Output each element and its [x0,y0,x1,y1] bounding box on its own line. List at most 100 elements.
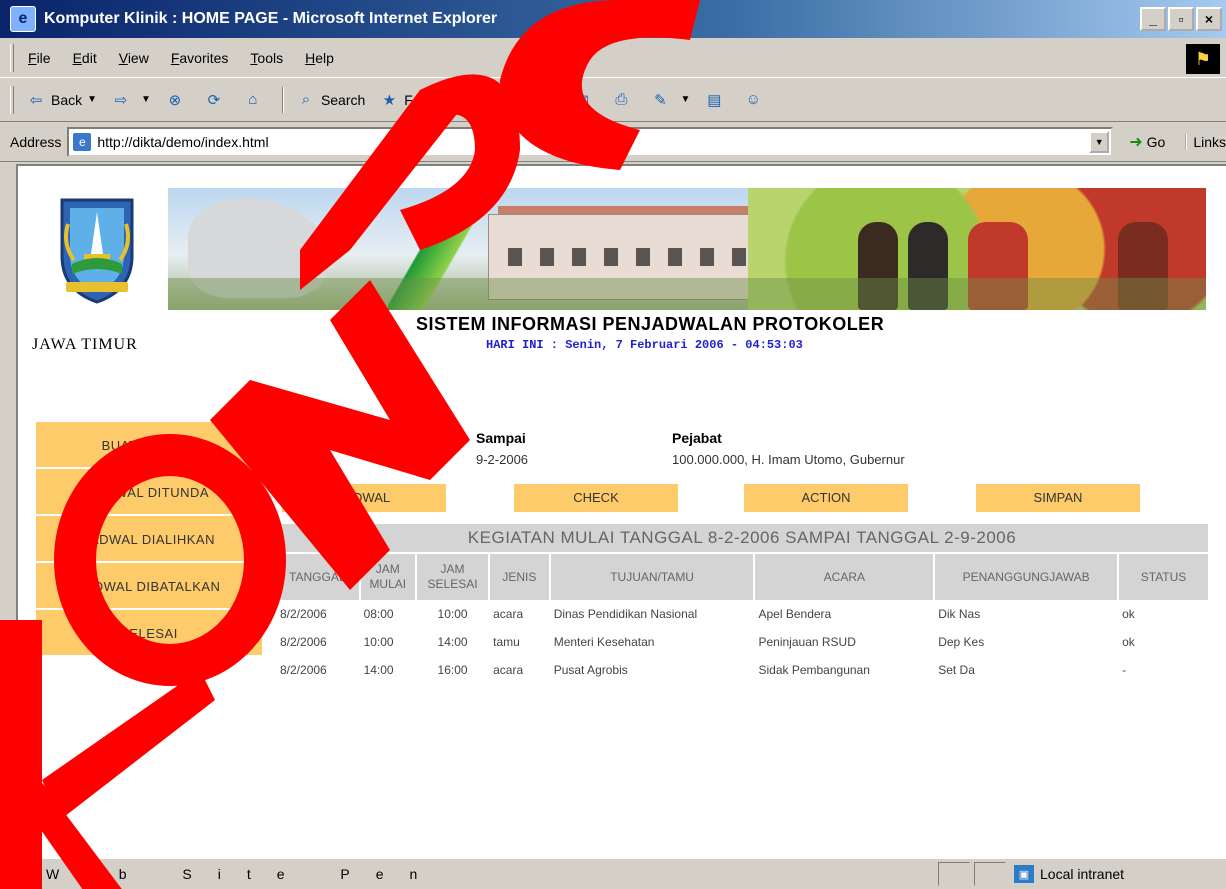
close-button[interactable]: × [1196,7,1222,31]
cell-tanggal: 8/2/2006 [280,635,327,649]
cell-tujuan: Menteri Kesehatan [553,635,655,649]
cell-status: ok [1122,607,1135,621]
home-button[interactable]: ⌂ [243,90,268,110]
refresh-button[interactable]: ⟳ [204,90,229,110]
print-button[interactable]: ⎙ [611,90,636,110]
page-status-icon: e [20,865,38,883]
menu-jadwal-ditunda[interactable]: JADWAL DITUNDA [36,469,262,516]
menu-selesai[interactable]: SELESAI [36,610,262,657]
cell-jenis: acara [493,607,524,621]
security-zone: ▣ Local intranet [1014,862,1124,886]
go-arrow-icon: ➜ [1129,133,1143,151]
discuss-button[interactable]: ▤ [704,90,729,110]
table-row[interactable]: 8/2/2006 10:00 14:00 tamu Menteri Keseha… [276,628,1208,656]
mulai-value[interactable]: 8-2-2006 [278,452,330,467]
menu-tools[interactable]: Tools [250,50,283,66]
menu-jadwal-dibatalkan[interactable]: JADWAL DIBATALKAN [36,563,262,610]
stop-button[interactable]: ⊗ [165,90,190,110]
favorites-label: Favorites [404,91,462,108]
ie-page-icon: e [10,6,36,32]
standard-toolbar: ⇦ Back ▼ ⇨ ▼ ⊗ ⟳ ⌂ ⌕ Search ★ Favorites … [0,78,1226,122]
menu-edit[interactable]: Edit [73,50,97,66]
column-header: PENANGGUNGJAWAB [934,554,1120,600]
status-pane [974,862,1006,886]
schedule-table: TANGGAL JAM MULAI JAM SELESAI JENIS TUJU… [276,554,1208,684]
page-title: SISTEM INFORMASI PENJADWALAN PROTOKOLER [416,314,885,334]
check-button[interactable]: CHECK [514,484,678,512]
chevron-down-icon: ▼ [680,94,691,105]
cell-acara: Apel Bendera [758,607,832,621]
back-arrow-icon: ⇦ [29,91,43,109]
go-label: Go [1146,133,1166,150]
edit-icon: ✎ [654,91,667,109]
back-label: Back [51,91,83,108]
jadwal-button[interactable]: JADWAL [282,484,446,512]
favorites-button[interactable]: ★ Favorites [379,90,462,110]
messenger-button[interactable]: ☺ [743,90,768,110]
cell-jam-selesai: 16:00 [437,663,468,677]
windows-logo-icon: ⚑ [1186,44,1220,74]
menu-bar: File Edit View Favorites Tools Help [0,38,1226,78]
favorites-icon: ★ [382,91,397,109]
column-header: TANGGAL [276,554,361,600]
search-label: Search [320,91,366,108]
address-input[interactable] [97,133,1078,150]
table-row[interactable]: 8/2/2006 08:00 10:00 acara Dinas Pendidi… [276,600,1208,628]
sampai-value[interactable]: 9-2-2006 [476,452,528,467]
stop-icon: ⊗ [168,91,182,109]
links-button[interactable]: Links [1185,133,1226,150]
go-button[interactable]: ➜ Go [1129,132,1165,152]
menu-grip[interactable] [10,43,14,72]
address-dropdown-button[interactable]: ▼ [1089,130,1110,153]
table-row[interactable]: 8/2/2006 14:00 16:00 acara Pusat Agrobis… [276,656,1208,684]
search-button[interactable]: ⌕ Search [296,90,366,110]
pejabat-value[interactable]: 100.000.000, H. Imam Utomo, Gubernur [672,452,905,467]
status-text: Web Site Pen [46,866,444,882]
side-menu: BUAT JADWAL JADWAL DITUNDA JADWAL DIALIH… [36,422,262,657]
action-button[interactable]: ACTION [744,484,908,512]
column-header: STATUS [1118,554,1208,600]
cell-tujuan: Dinas Pendidikan Nasional [553,607,698,621]
cell-tujuan: Pusat Agrobis [553,663,628,677]
cell-jam-mulai: 14:00 [363,663,394,677]
menu-jadwal-dialihkan[interactable]: JADWAL DIALIHKAN [36,516,262,563]
column-header: ACARA [754,554,936,600]
cell-jenis: acara [493,663,524,677]
cell-jenis: tamu [493,635,520,649]
cell-penanggungjawab: Set Da [938,663,975,677]
toolbar-grip[interactable] [10,85,14,114]
menu-help[interactable]: Help [305,50,334,66]
column-header: JENIS [489,554,551,600]
cell-status: ok [1122,635,1135,649]
simpan-button[interactable]: SIMPAN [976,484,1140,512]
history-button[interactable]: ◷ History [476,90,545,110]
mail-button[interactable]: ✉ [572,90,597,110]
pejabat-label: Pejabat [672,430,722,446]
cell-jam-mulai: 10:00 [363,635,394,649]
window-title: Komputer Klinik : HOME PAGE - Microsoft … [44,10,498,27]
forward-button[interactable]: ⇨ ▼ [111,90,151,110]
toolbar-separator [281,86,284,113]
page-viewport: JAWA TIMUR SISTEM INFORMASI PENJADWALAN … [16,164,1226,858]
mulai-label: Mulai [278,430,314,446]
cell-status: - [1122,663,1127,677]
history-icon: ◷ [479,91,493,109]
history-label: History [500,91,545,108]
back-button[interactable]: ⇦ Back ▼ [26,90,97,110]
forward-arrow-icon: ⇨ [114,91,128,109]
menu-view[interactable]: View [119,50,149,66]
sampai-label: Sampai [476,430,526,446]
edit-button[interactable]: ✎ ▼ [650,90,690,110]
window-titlebar: e Komputer Klinik : HOME PAGE - Microsof… [0,0,1226,38]
menu-file[interactable]: File [28,50,51,66]
menu-buat-jadwal[interactable]: BUAT JADWAL [36,422,262,469]
search-icon: ⌕ [301,91,311,108]
maximize-button[interactable]: ▫ [1168,7,1194,31]
messenger-icon: ☺ [745,91,761,108]
cell-acara: Peninjauan RSUD [758,635,856,649]
minimize-button[interactable]: _ [1140,7,1166,31]
address-label: Address [10,133,62,150]
menu-favorites[interactable]: Favorites [171,50,229,66]
toolbar-separator [558,86,561,113]
cell-tanggal: 8/2/2006 [280,663,327,677]
